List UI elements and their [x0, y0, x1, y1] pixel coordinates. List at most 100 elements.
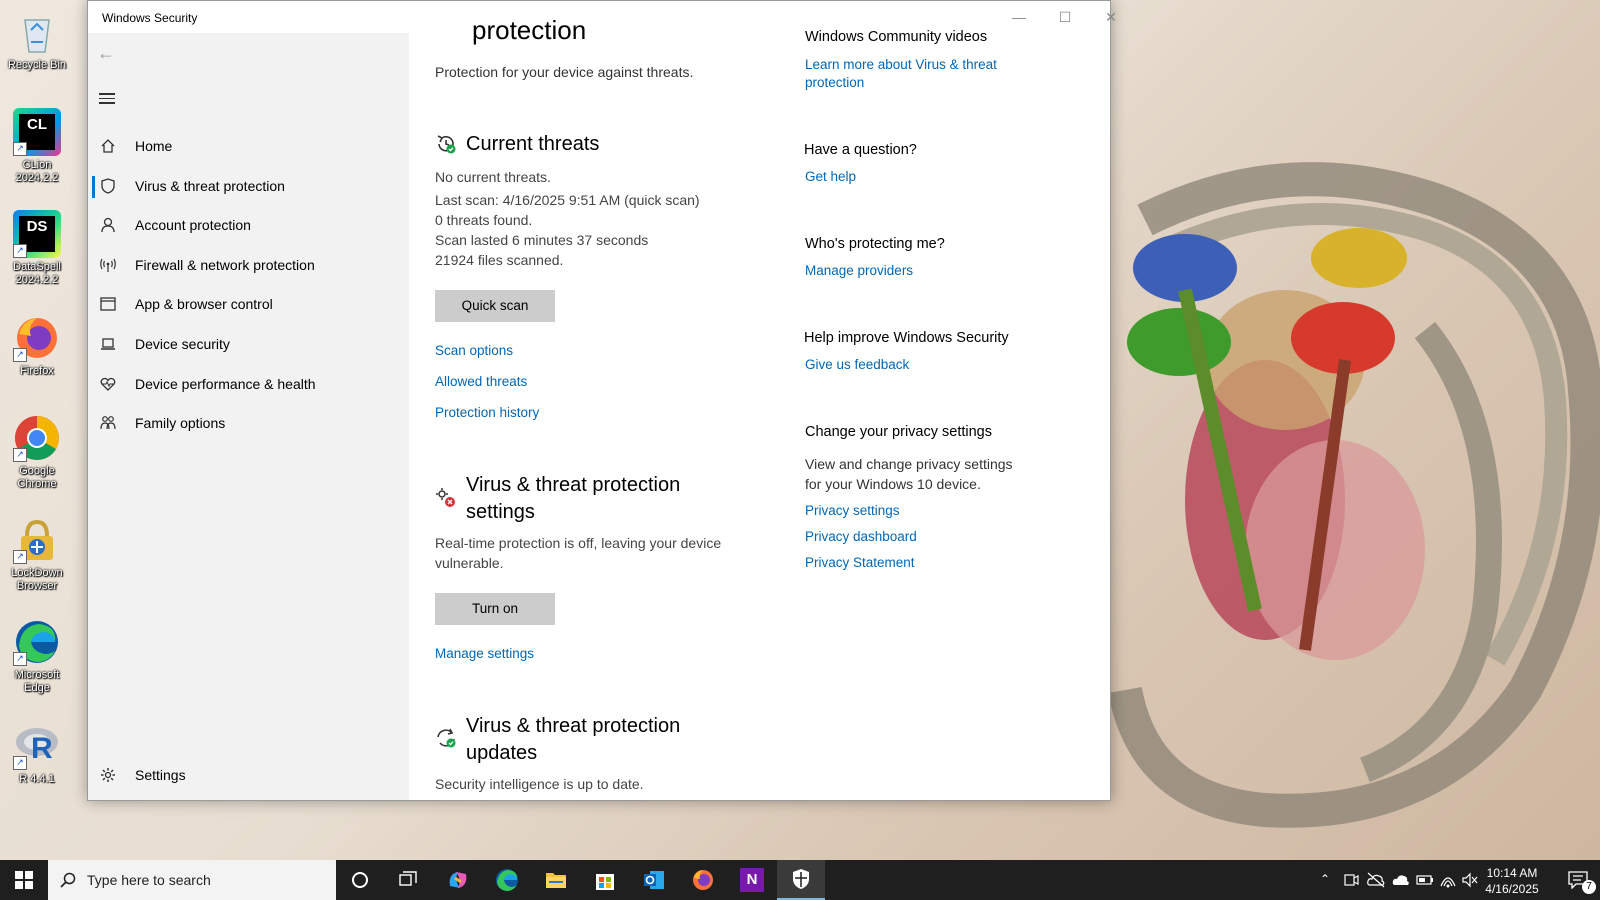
sidebar-item-label: App & browser control: [135, 296, 273, 312]
learn-more-link-line1[interactable]: Learn more about Virus & threat: [805, 57, 997, 72]
sidebar-item-account-protection[interactable]: Account protection: [88, 207, 409, 243]
sidebar-item-label: Home: [135, 138, 173, 154]
get-help-link[interactable]: Get help: [805, 169, 856, 184]
have-question-heading: Have a question?: [804, 142, 917, 158]
shortcut-arrow-icon: ↗: [13, 652, 27, 666]
learn-more-link-line2[interactable]: protection: [805, 75, 864, 90]
r-icon: R ↗: [13, 722, 61, 770]
desktop-icon-label: Recycle Bin: [7, 59, 67, 71]
taskbar-copilot[interactable]: [434, 860, 482, 900]
back-arrow-icon[interactable]: ←: [97, 43, 115, 64]
search-placeholder: Type here to search: [87, 872, 211, 888]
hamburger-menu-icon[interactable]: [99, 90, 115, 107]
desktop-icon-chrome[interactable]: ↗ Google Chrome: [4, 414, 70, 491]
turn-on-button[interactable]: Turn on: [435, 593, 555, 625]
show-hidden-icons-chevron-icon[interactable]: ⌃: [1320, 872, 1330, 886]
taskbar-windows-security[interactable]: [777, 860, 825, 900]
folder-icon: [546, 873, 566, 888]
shortcut-arrow-icon: ↗: [13, 550, 27, 564]
taskbar-file-explorer[interactable]: [532, 860, 580, 900]
desktop-icon-edge[interactable]: ↗ Microsoft Edge: [4, 618, 70, 695]
updates-status-text: Security intelligence is up to date.: [435, 776, 644, 792]
sidebar-item-label: Firewall & network protection: [135, 257, 315, 273]
firefox-icon: [693, 870, 713, 890]
chrome-icon: ↗: [13, 414, 61, 462]
desktop-icon-dataspell[interactable]: DS ↗ DataSpell 2024.2.2: [4, 210, 70, 287]
manage-providers-link[interactable]: Manage providers: [805, 263, 913, 278]
person-icon: [98, 207, 118, 247]
desktop-icon-clion[interactable]: CL ↗ CLion 2024.2.2: [4, 108, 70, 185]
desktop-icon-label: CLion 2024.2.2: [15, 159, 59, 184]
onedrive-cloud-icon[interactable]: [1392, 872, 1410, 888]
wifi-icon[interactable]: [1440, 872, 1456, 888]
settings-heading-line1: Virus & threat protection: [466, 474, 681, 496]
desktop-icon-label: Google Chrome: [17, 465, 57, 490]
scan-history-icon: [437, 135, 456, 154]
start-button[interactable]: [0, 860, 48, 900]
desktop-icon-label: DataSpell 2024.2.2: [13, 261, 61, 286]
shortcut-arrow-icon: ↗: [13, 448, 27, 462]
notification-count-badge: 7: [1582, 880, 1596, 894]
sidebar-item-app-browser-control[interactable]: App & browser control: [88, 286, 409, 322]
desktop-icon-r[interactable]: R ↗ R 4.4.1: [4, 722, 70, 786]
desktop-icon-firefox[interactable]: ↗ Firefox: [4, 314, 70, 378]
desktop-icon-label: Firefox: [20, 365, 54, 377]
realtime-off-text-line2: vulnerable.: [435, 555, 504, 571]
firefox-icon: ↗: [13, 314, 61, 362]
taskbar-clock[interactable]: 10:14 AM 4/16/2025: [1478, 865, 1546, 897]
edge-icon: ↗: [13, 618, 61, 666]
sidebar-item-home[interactable]: Home: [88, 128, 409, 164]
taskbar-onenote[interactable]: N: [728, 860, 776, 900]
sidebar-item-family-options[interactable]: Family options: [88, 405, 409, 441]
sidebar-item-settings[interactable]: Settings: [88, 757, 409, 793]
privacy-settings-link[interactable]: Privacy settings: [805, 503, 900, 518]
privacy-statement-link[interactable]: Privacy Statement: [805, 555, 915, 570]
sidebar-item-device-performance-health[interactable]: Device performance & health: [88, 366, 409, 402]
privacy-desc-line2: for your Windows 10 device.: [805, 476, 981, 492]
scan-options-link[interactable]: Scan options: [435, 343, 513, 358]
sidebar-item-virus-threat-protection[interactable]: Virus & threat protection: [88, 168, 409, 204]
windows-security-shield-icon: [793, 869, 809, 889]
taskbar-edge[interactable]: [483, 860, 531, 900]
sidebar-item-device-security[interactable]: Device security: [88, 326, 409, 362]
dataspell-icon: DS ↗: [13, 210, 61, 258]
clock-time: 10:14 AM: [1486, 866, 1538, 880]
sidebar-item-firewall-network[interactable]: Firewall & network protection: [88, 247, 409, 283]
clock-date: 4/16/2025: [1485, 882, 1539, 896]
family-icon: [98, 405, 118, 445]
heart-icon: [98, 366, 118, 406]
main-content: protection Protection for your device ag…: [409, 1, 1109, 800]
task-view-button[interactable]: [384, 860, 432, 900]
help-improve-heading: Help improve Windows Security: [804, 330, 1009, 346]
give-feedback-link[interactable]: Give us feedback: [805, 357, 909, 372]
taskbar-outlook[interactable]: [630, 860, 678, 900]
quick-scan-button[interactable]: Quick scan: [435, 290, 555, 322]
volume-muted-icon[interactable]: [1462, 872, 1478, 888]
battery-icon[interactable]: [1416, 872, 1434, 888]
settings-warning-icon: [436, 488, 455, 507]
files-scanned-text: 21924 files scanned.: [435, 252, 564, 268]
threats-status-text: No current threats.: [435, 169, 551, 185]
taskbar-firefox[interactable]: [679, 860, 727, 900]
onenote-letter: N: [746, 871, 758, 888]
protection-history-link[interactable]: Protection history: [435, 405, 539, 420]
desktop-icon-label: R 4.4.1: [19, 773, 55, 785]
clion-icon: CL ↗: [13, 108, 61, 156]
desktop-icon-lockdown-browser[interactable]: ↗ LockDown Browser: [4, 516, 70, 593]
sidebar-item-label: Settings: [135, 767, 186, 783]
onedrive-offline-icon[interactable]: [1367, 872, 1385, 888]
privacy-dashboard-link[interactable]: Privacy dashboard: [805, 529, 917, 544]
shield-icon: [98, 168, 118, 208]
taskbar-microsoft-store[interactable]: [581, 860, 629, 900]
desktop-icon-recycle-bin[interactable]: Recycle Bin: [4, 8, 70, 72]
taskbar-search-box[interactable]: Type here to search: [48, 860, 336, 900]
shortcut-arrow-icon: ↗: [13, 348, 27, 362]
manage-settings-link[interactable]: Manage settings: [435, 646, 534, 661]
action-center-button[interactable]: 7: [1556, 860, 1600, 900]
cortana-button[interactable]: [336, 860, 384, 900]
sidebar: ← Home Virus & threat protection Account…: [88, 33, 409, 800]
meet-now-icon[interactable]: [1343, 872, 1359, 888]
sidebar-item-label: Account protection: [135, 217, 251, 233]
allowed-threats-link[interactable]: Allowed threats: [435, 374, 527, 389]
last-scan-text: Last scan: 4/16/2025 9:51 AM (quick scan…: [435, 192, 700, 208]
